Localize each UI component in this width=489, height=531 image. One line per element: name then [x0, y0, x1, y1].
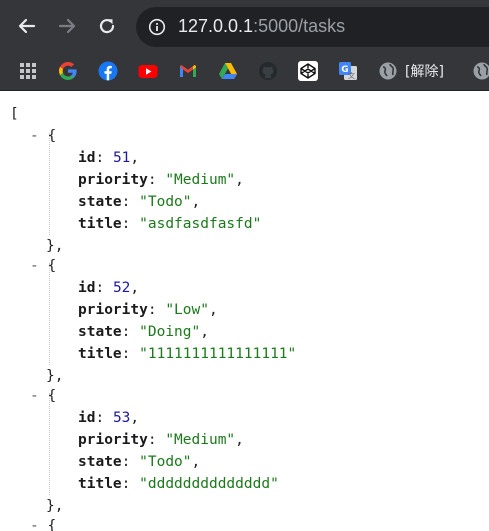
indent-guide [49, 393, 50, 495]
google-icon [59, 62, 77, 80]
json-field-state: state: "Doing", [78, 324, 209, 340]
json-field-title: title: "asdfasdfasfd" [78, 216, 262, 232]
bookmark-globe[interactable] [471, 60, 489, 82]
json-field-title: title: "dddddddddddddd" [78, 476, 279, 492]
json-object-open[interactable]: - { [30, 385, 56, 407]
json-field-id: id: 51, [78, 150, 140, 166]
indent-guide [49, 133, 50, 235]
json-object-close: }, [46, 368, 64, 384]
collapse-toggle[interactable]: - [30, 388, 47, 404]
bookmark-unlock[interactable]: [解除] [377, 60, 444, 82]
bookmark-facebook[interactable] [97, 60, 119, 82]
forward-arrow-icon [58, 18, 76, 34]
collapse-toggle[interactable]: - [30, 518, 47, 531]
bookmark-label: [解除] [405, 64, 444, 80]
url-host: 127.0.0.1 [178, 16, 254, 36]
json-field-id: id: 53, [78, 410, 140, 426]
browser-toolbar: 127.0.0.1:5000/tasks [0, 0, 489, 53]
collapse-toggle[interactable]: - [30, 128, 47, 144]
json-field-priority: priority: "Medium", [78, 172, 244, 188]
json-field-id: id: 52, [78, 280, 140, 296]
json-viewer: [ - { id: 51, priority: "Medium", state:… [0, 91, 489, 531]
bookmark-gmail[interactable] [177, 60, 199, 82]
collapse-toggle[interactable]: - [30, 258, 47, 274]
url-path: :5000/tasks [253, 16, 346, 36]
json-object-open[interactable]: - { [30, 125, 56, 147]
google-translate-icon: G 文 [339, 62, 357, 80]
json-object-close: }, [46, 498, 64, 514]
indent-guide [49, 263, 50, 365]
svg-text:文: 文 [348, 71, 355, 80]
facebook-icon [98, 61, 118, 81]
bookmark-google-drive[interactable] [217, 60, 239, 82]
reload-icon [99, 18, 115, 34]
codepen-icon [298, 61, 318, 81]
bookmarks-bar: G 文 [解除] [0, 53, 489, 91]
globe-icon [473, 62, 489, 80]
address-bar[interactable]: 127.0.0.1:5000/tasks [136, 7, 489, 47]
youtube-icon [138, 65, 158, 78]
bookmark-google-translate[interactable]: G 文 [337, 60, 359, 82]
json-field-state: state: "Todo", [78, 454, 201, 470]
json-object-open[interactable]: - { [30, 255, 56, 277]
bookmark-github[interactable] [257, 60, 279, 82]
reload-button[interactable] [93, 12, 121, 40]
bookmark-google[interactable] [57, 60, 79, 82]
bookmark-codepen[interactable] [297, 60, 319, 82]
back-arrow-icon [18, 18, 36, 34]
apps-grid-icon [20, 63, 36, 79]
gmail-icon [180, 65, 196, 77]
url-text[interactable]: 127.0.0.1:5000/tasks [178, 16, 345, 37]
json-field-state: state: "Todo", [78, 194, 201, 210]
json-object-open[interactable]: - { [30, 515, 56, 531]
bookmark-apps[interactable] [17, 60, 39, 82]
bookmark-youtube[interactable] [137, 60, 159, 82]
json-field-priority: priority: "Medium", [78, 432, 244, 448]
json-open-bracket: [ [10, 106, 19, 122]
back-button[interactable] [13, 12, 41, 40]
json-object-close: }, [46, 238, 64, 254]
globe-icon [379, 62, 397, 80]
forward-button[interactable] [53, 12, 81, 40]
json-field-priority: priority: "Low", [78, 302, 218, 318]
github-icon [259, 62, 277, 80]
google-drive-icon [219, 63, 237, 79]
site-info-icon[interactable] [148, 18, 166, 36]
json-field-title: title: "1111111111111111" [78, 346, 297, 362]
